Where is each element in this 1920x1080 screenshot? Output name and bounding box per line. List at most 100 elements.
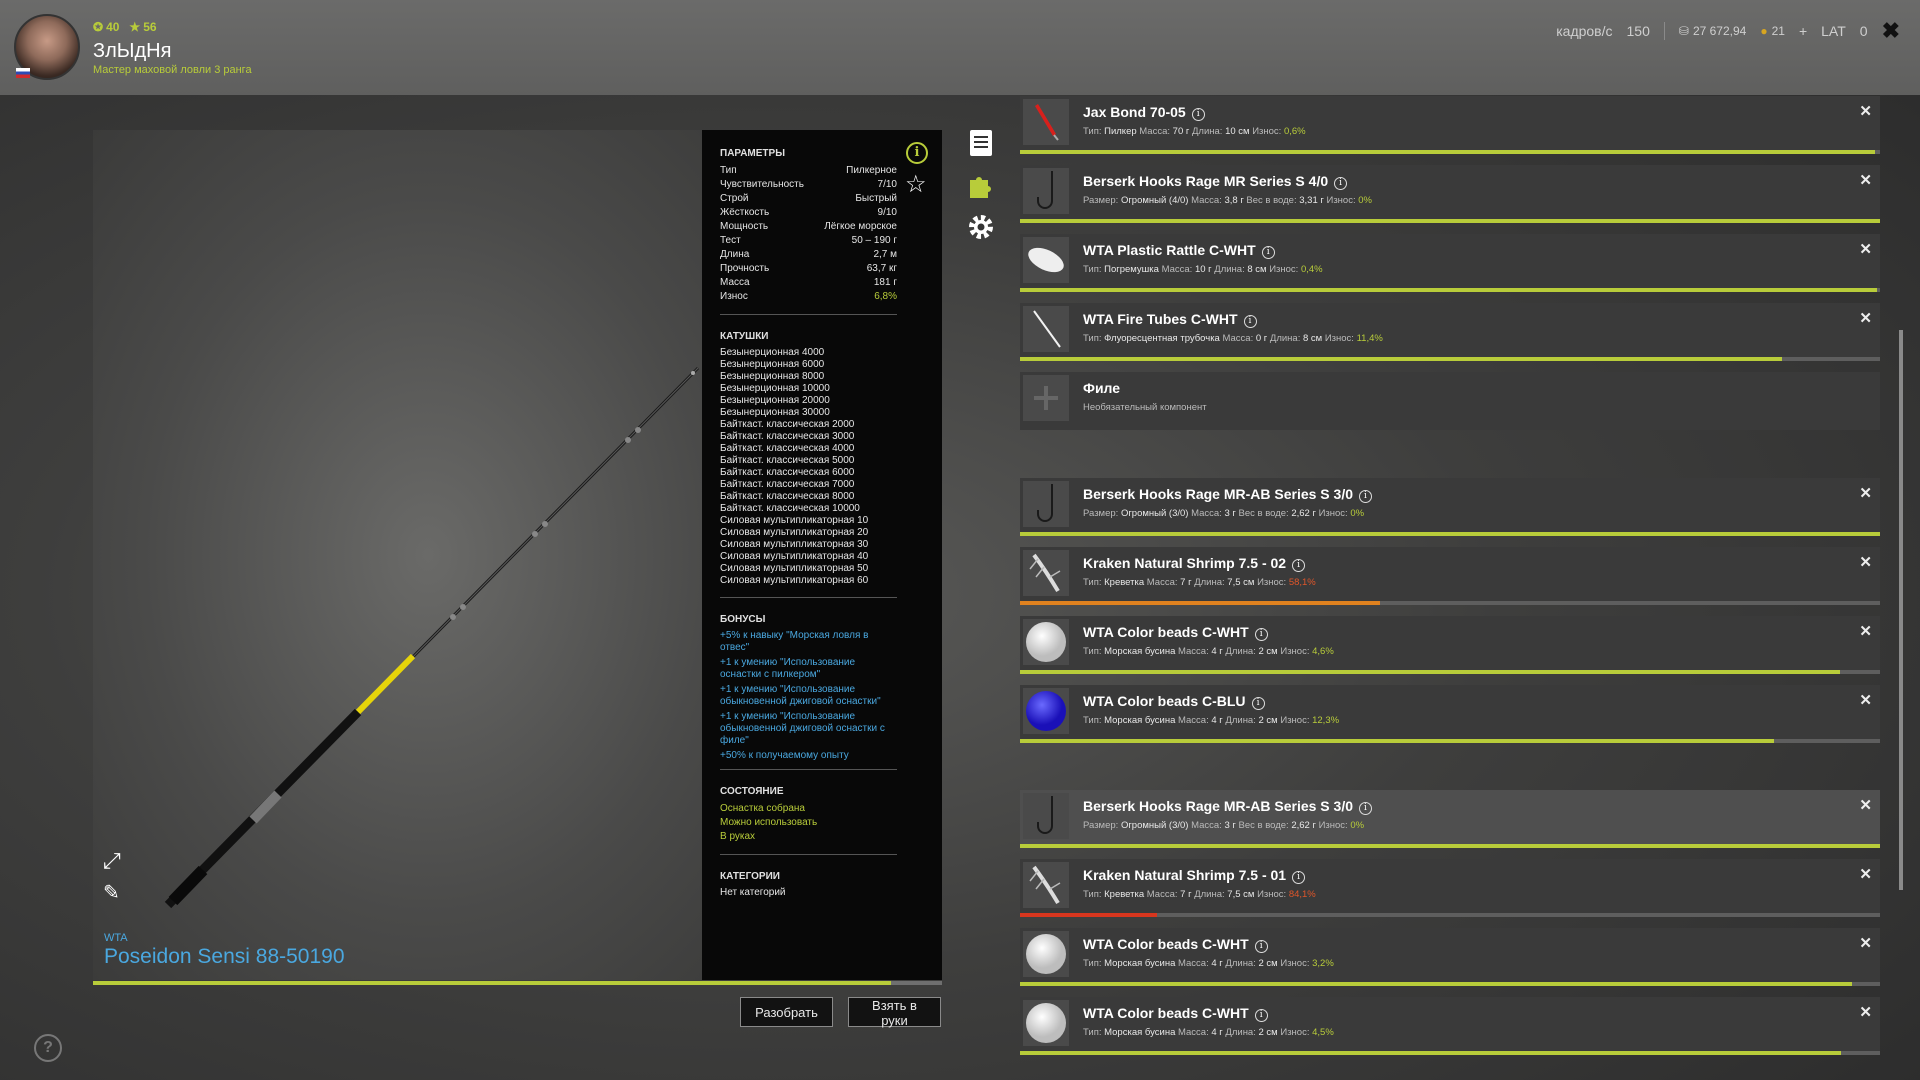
rod-preview[interactable]: ⤢ ✎ (93, 130, 702, 980)
remove-icon[interactable]: ✕ (1859, 309, 1872, 327)
item-info-icon[interactable]: i (1191, 108, 1205, 121)
take-in-hands-button[interactable]: Взять в руки (848, 997, 941, 1028)
item-info-icon[interactable]: i (1254, 628, 1268, 641)
param-label: Прочность (720, 263, 770, 274)
tube-icon (1023, 306, 1069, 352)
wear-value: 3,2% (1312, 958, 1334, 969)
hook-icon (1023, 793, 1069, 839)
item-info-icon[interactable]: i (1334, 177, 1348, 190)
bonus-list: +5% к навыку "Морская ловля в отвес" +1 к… (720, 630, 942, 762)
item-info-icon[interactable]: i (1292, 559, 1306, 572)
item-info-icon[interactable]: i (1261, 246, 1275, 259)
wear-value: 4,6% (1312, 646, 1334, 657)
desc-value: 2 см (1258, 958, 1278, 969)
item-info-icon[interactable]: i (1292, 871, 1306, 884)
tackle-item[interactable]: Kraken Natural Shrimp 7.5 - 02 i Тип: Крев… (1020, 547, 1880, 605)
tackle-item[interactable]: Филе Необязательный компонент (1020, 372, 1880, 430)
remove-icon[interactable]: ✕ (1859, 1003, 1872, 1021)
wear-label: Износ: (1318, 508, 1348, 519)
tackle-item[interactable]: Kraken Natural Shrimp 7.5 - 01 i Тип: Крев… (1020, 859, 1880, 917)
param-label: Жёсткость (720, 207, 770, 218)
disassemble-button[interactable]: Разобрать (740, 997, 833, 1027)
desc-value: Морская бусина (1104, 646, 1176, 657)
desc-value: 4 г (1211, 715, 1223, 726)
param-row: Масса 181 г (720, 276, 897, 290)
bead-blue-icon (1023, 688, 1069, 734)
hook-icon (1023, 481, 1069, 527)
currency1[interactable]: ⛁ 27 672,94 (1679, 24, 1746, 38)
item-wear-fill (1020, 357, 1782, 361)
stars-stat: ★ 56 (129, 20, 156, 34)
favorite-star-icon[interactable]: ☆ (905, 170, 927, 199)
tackle-item[interactable]: WTA Plastic Rattle C-WHT i Тип: Погремушка… (1020, 234, 1880, 292)
remove-icon[interactable]: ✕ (1859, 865, 1872, 883)
currency1-value: 27 672,94 (1692, 24, 1747, 38)
wear-value: 11,4% (1356, 333, 1383, 344)
desc-label: Масса: (1191, 820, 1222, 831)
expand-icon[interactable]: ⤢ (103, 848, 127, 873)
info-icon[interactable]: i (906, 142, 928, 164)
item-description: Тип: Пилкер Масса: 70 г Длина: 10 см Изн… (1083, 126, 1306, 137)
remove-icon[interactable]: ✕ (1859, 622, 1872, 640)
param-row: Тест 50 – 190 г (720, 234, 897, 248)
item-info-icon[interactable]: i (1251, 697, 1265, 710)
remove-icon[interactable]: ✕ (1859, 553, 1872, 571)
item-info-icon[interactable]: i (1359, 490, 1372, 503)
player-title: Мастер маховой ловли 3 ранга (93, 64, 252, 76)
help-icon[interactable]: ? (34, 1034, 62, 1062)
tackle-item[interactable]: WTA Color beads C-WHT i Тип: Морская бусин… (1020, 928, 1880, 986)
wear-label: Износ: (1318, 820, 1348, 831)
remove-icon[interactable]: ✕ (1859, 796, 1872, 814)
currency2[interactable]: ● 21 (1760, 24, 1785, 38)
item-wear-fill (1020, 601, 1381, 605)
desc-value: 4 г (1211, 646, 1223, 657)
remove-icon[interactable]: ✕ (1859, 102, 1872, 120)
wear-value: 4,5% (1312, 1027, 1334, 1038)
item-info-icon[interactable]: i (1359, 802, 1372, 815)
scrollbar[interactable] (1899, 330, 1903, 890)
desc-value: Погремушка (1104, 264, 1159, 275)
close-icon[interactable]: ✖ (1882, 18, 1900, 44)
gear-icon[interactable] (966, 212, 996, 242)
desc-value: Огромный (3/0) (1120, 508, 1189, 519)
remove-icon[interactable]: ✕ (1859, 691, 1872, 709)
wear-value: 0% (1350, 820, 1365, 831)
tackle-item[interactable]: Berserk Hooks Rage MR Series S 4/0 i Разме… (1020, 165, 1880, 223)
param-row: Чувствительность 7/10 (720, 178, 897, 192)
param-row: Жёсткость 9/10 (720, 206, 897, 220)
tackle-item[interactable]: Berserk Hooks Rage MR-AB Series S 3/0 i Ра… (1020, 790, 1880, 848)
remove-icon[interactable]: ✕ (1859, 934, 1872, 952)
desc-label: Тип: (1083, 264, 1102, 275)
tackle-item[interactable]: WTA Color beads C-WHT i Тип: Морская бусин… (1020, 616, 1880, 674)
puzzle-icon[interactable] (966, 170, 996, 200)
item-info-icon[interactable]: i (1254, 1009, 1268, 1022)
currency2-value: 21 (1771, 24, 1785, 38)
tackle-item[interactable]: Jax Bond 70-05 i Тип: Пилкер Масса: 70 г Д… (1020, 96, 1880, 154)
add-currency-icon[interactable]: + (1799, 23, 1807, 39)
remove-icon[interactable]: ✕ (1859, 484, 1872, 502)
tackle-item[interactable]: Berserk Hooks Rage MR-AB Series S 3/0 i Ра… (1020, 478, 1880, 536)
reel-item: Байткаст. классическая 3000 (720, 431, 855, 442)
edit-icon[interactable]: ✎ (103, 880, 127, 904)
document-icon[interactable] (966, 128, 996, 158)
item-name: Kraken Natural Shrimp 7.5 - 02 i (1083, 555, 1306, 572)
rod-wear-fill (93, 981, 892, 985)
remove-icon[interactable]: ✕ (1859, 171, 1872, 189)
bead-white-icon (1023, 619, 1069, 665)
remove-icon[interactable]: ✕ (1859, 240, 1872, 258)
desc-label: Длина: (1225, 1027, 1256, 1038)
item-wear-fill (1020, 670, 1841, 674)
reel-item: Силовая мультипликаторная 60 (720, 575, 869, 586)
level-stat: ✪ 40 (93, 20, 119, 34)
param-value: Пилкерное (846, 165, 897, 176)
tackle-item[interactable]: WTA Color beads C-WHT i Тип: Морская бусин… (1020, 997, 1880, 1055)
tackle-item[interactable]: WTA Color beads C-BLU i Тип: Морская бусин… (1020, 685, 1880, 743)
item-info-icon[interactable]: i (1243, 315, 1257, 328)
desc-label: Масса: (1178, 1027, 1209, 1038)
param-value: 9/10 (877, 207, 897, 218)
tackle-item[interactable]: WTA Fire Tubes C-WHT i Тип: Флуоресцентная… (1020, 303, 1880, 361)
hud-right: кадров/с 150 ⛁ 27 672,94 ● 21 + LAT 0 ✖ (1556, 18, 1900, 44)
param-row: Износ 6,8% (720, 290, 897, 304)
desc-label: Тип: (1083, 958, 1102, 969)
item-info-icon[interactable]: i (1254, 940, 1268, 953)
